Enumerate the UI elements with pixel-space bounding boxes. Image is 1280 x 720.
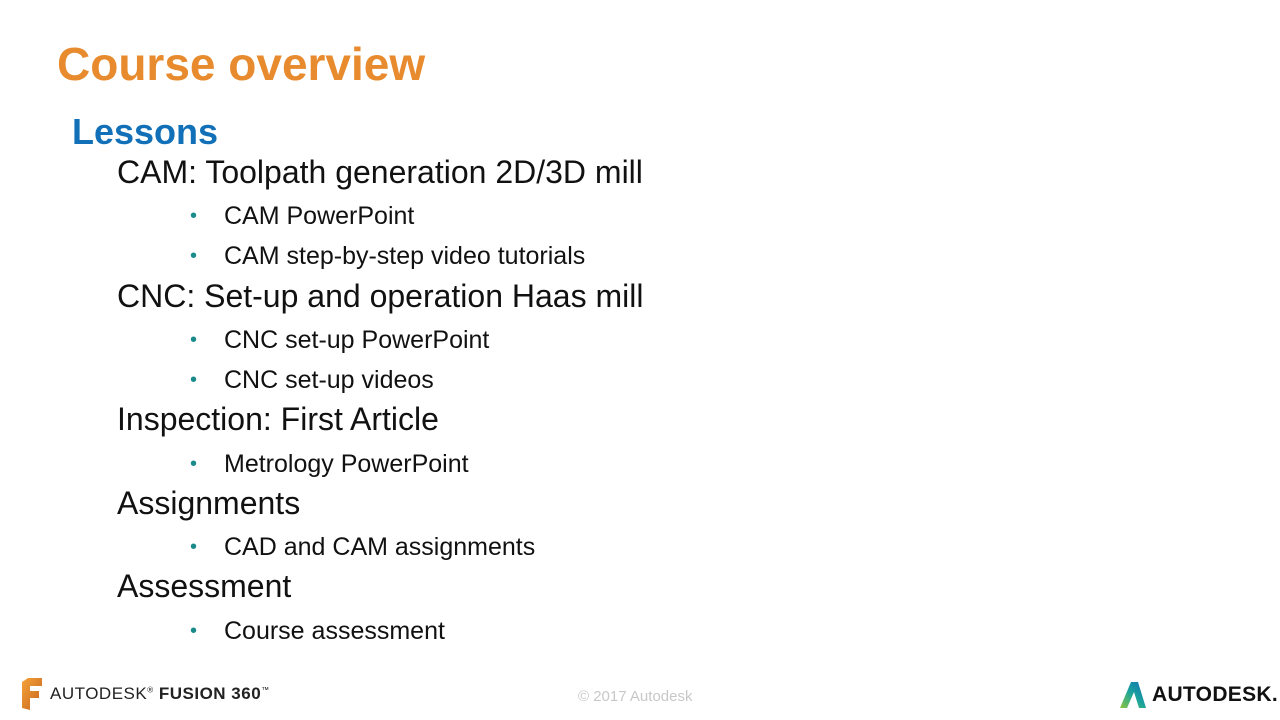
bullet-icon: • (190, 329, 198, 351)
slide-subtitle: Lessons (72, 111, 219, 152)
section-heading-cam: CAM: Toolpath generation 2D/3D mill (117, 154, 643, 190)
slide-title: Course overview (57, 38, 426, 90)
fusion-360-wordmark: FUSION 360 (158, 684, 262, 703)
autodesk-a-icon (1120, 682, 1146, 708)
list-item: • Metrology PowerPoint (190, 450, 469, 478)
list-item: • CAM step-by-step video tutorials (190, 242, 586, 270)
section-heading-cnc: CNC: Set-up and operation Haas mill (117, 278, 644, 314)
copyright-notice: © 2017 Autodesk (578, 688, 693, 705)
bullet-icon: • (190, 536, 198, 558)
list-item: • CNC set-up videos (190, 366, 434, 394)
fusion-360-logo: AUTODESK® FUSION 360™ (20, 678, 270, 710)
fusion-f-icon (22, 678, 42, 710)
section-heading-inspection: Inspection: First Article (117, 401, 439, 437)
autodesk-wordmark: AUTODESK (50, 684, 148, 703)
bullet-icon: • (190, 369, 198, 391)
bullet-icon: • (190, 245, 198, 267)
section-heading-assessment: Assessment (117, 568, 292, 604)
bullet-icon: • (190, 453, 198, 475)
list-item: • CAM PowerPoint (190, 202, 415, 230)
autodesk-logo: AUTODESK. (1120, 682, 1278, 708)
list-item: • Course assessment (190, 617, 445, 645)
section-heading-assignments: Assignments (117, 485, 301, 521)
bullet-icon: • (190, 205, 198, 227)
bullet-icon: • (190, 620, 198, 642)
list-item: • CAD and CAM assignments (190, 533, 536, 561)
autodesk-wordmark: AUTODESK. (1152, 683, 1278, 706)
list-item: • CNC set-up PowerPoint (190, 326, 490, 354)
